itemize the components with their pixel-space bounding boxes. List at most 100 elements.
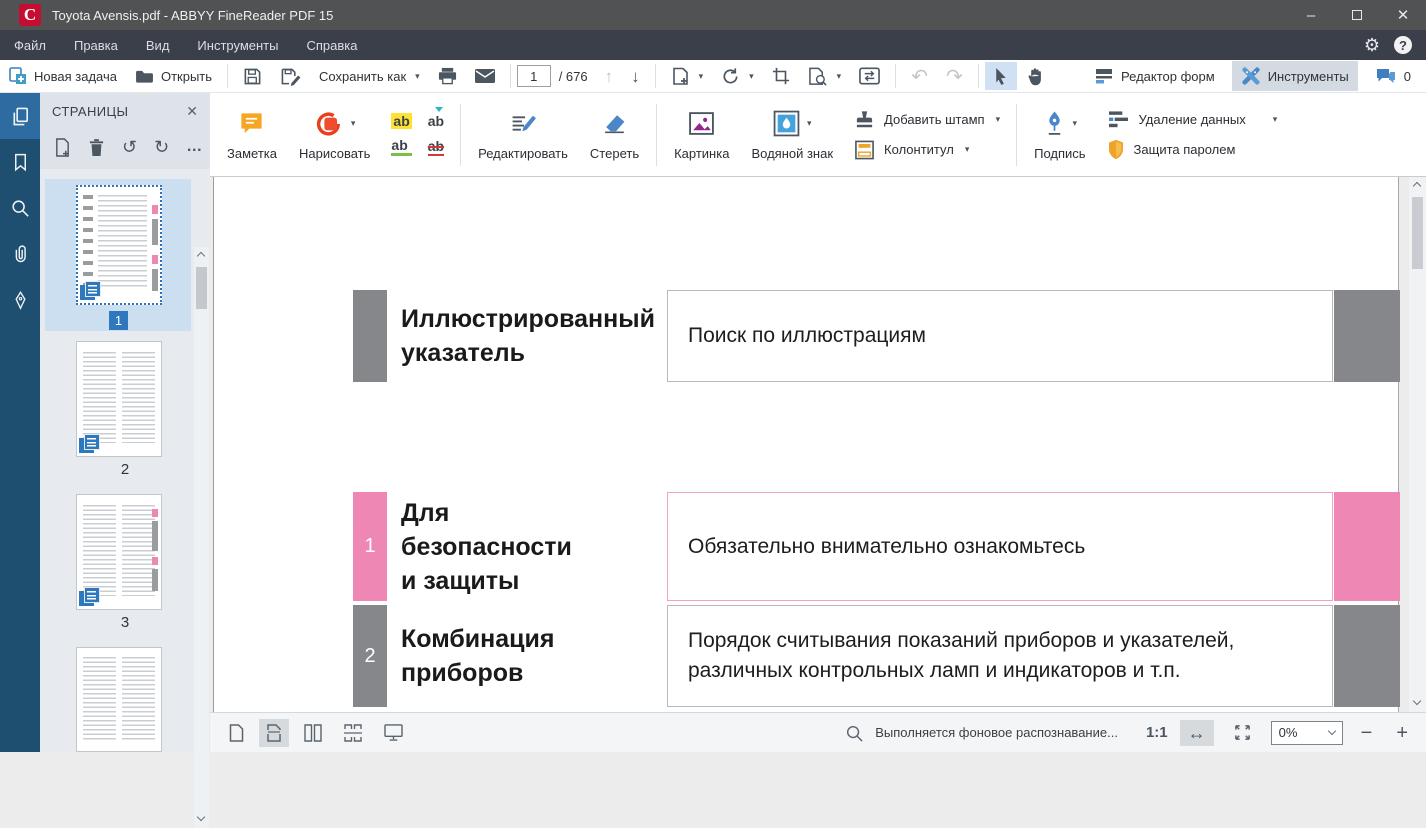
maximize-button[interactable] [1334,0,1380,30]
scroll-down-icon[interactable] [1413,697,1421,705]
close-button[interactable]: ✕ [1380,0,1426,30]
hand-tool-button[interactable] [1017,62,1053,90]
redaction-icon [1107,110,1130,129]
strikethrough-text-tool[interactable]: ab [428,138,444,156]
open-button[interactable]: Открыть [126,62,221,90]
pages-panel-tab[interactable] [0,93,40,139]
panel-delete-page-button[interactable] [88,138,105,157]
view-continuous-button[interactable] [259,719,289,747]
new-task-button[interactable]: Новая задача [0,62,126,90]
crop-button[interactable] [763,62,799,90]
insert-text-tool[interactable]: ab [428,113,444,129]
save-as-button[interactable]: Сохранить как ▾ [310,62,429,90]
next-page-button[interactable]: ↓ [622,62,649,90]
menu-edit[interactable]: Правка [60,30,132,60]
note-tool[interactable]: Заметка [216,109,288,161]
attachments-panel-tab[interactable] [0,231,40,277]
rotate-page-button[interactable]: ▾ [712,62,763,90]
pen-nib-icon [11,290,30,311]
header-footer-button[interactable]: Колонтитул ▾ [854,140,1000,160]
rotate-icon [721,67,740,86]
underline-text-tool[interactable]: ab [391,137,411,156]
help-icon[interactable]: ? [1394,36,1412,54]
menu-help[interactable]: Справка [292,30,371,60]
thumbnail-page-3[interactable] [76,494,162,610]
title-bar: C Toyota Avensis.pdf - ABBYY FineReader … [0,0,1426,30]
print-button[interactable] [429,62,466,90]
thumb-content [83,657,117,739]
panel-scrollbar-thumb[interactable] [196,267,207,309]
panel-rotate-left-button[interactable]: ↺ [122,138,137,156]
bookmarks-panel-tab[interactable] [0,139,40,185]
fit-page-icon [1234,724,1251,741]
document-scrollbar[interactable] [1409,177,1426,712]
zoom-level-select[interactable]: 0% [1271,721,1343,745]
save-button[interactable] [234,62,271,90]
draw-tool[interactable]: ▾ Нарисовать [288,109,381,161]
thumbnail-page-2[interactable] [76,341,162,457]
settings-gear-icon[interactable]: ⚙ [1364,36,1380,54]
signature-panel-tab[interactable] [0,277,40,323]
chevron-down-icon [1327,727,1335,735]
actual-size-button[interactable]: 1:1 [1146,724,1168,741]
page-number-input[interactable] [517,65,551,87]
fit-page-button[interactable] [1226,720,1259,745]
add-page-button[interactable]: ▾ [662,62,713,90]
select-tool-button[interactable] [985,62,1017,90]
email-button[interactable] [466,62,504,90]
recognition-search-icon [845,724,863,742]
zoom-in-button[interactable]: + [1390,723,1414,743]
thumbnail-page-1[interactable] [76,185,162,305]
panel-add-page-button[interactable] [54,138,71,157]
section-description-box: Поиск по иллюстрациям [667,290,1333,382]
erase-tool[interactable]: Стереть [579,109,650,161]
panel-scrollbar[interactable] [194,247,209,828]
find-page-button[interactable]: ▾ [799,62,851,90]
chevron-down-icon: ▾ [699,71,704,82]
menu-view[interactable]: Вид [132,30,184,60]
panel-rotate-right-button[interactable]: ↻ [154,138,169,156]
redo-button[interactable]: ↷ [937,62,972,90]
thumbnail-1-number: 1 [109,311,128,330]
highlight-text-tool[interactable]: ab [391,113,411,129]
view-two-page-button[interactable] [297,719,329,747]
view-two-page-continuous-button[interactable] [337,719,369,747]
signature-tool[interactable]: ▾ Подпись [1023,109,1096,161]
picture-tool[interactable]: Картинка [663,109,740,161]
watermark-icon [773,110,800,137]
scroll-up-icon[interactable] [1413,182,1421,190]
fit-width-button[interactable]: ↔ [1180,720,1214,746]
comments-button[interactable]: 0 [1366,62,1420,90]
redaction-button[interactable]: Удаление данных ▾ [1107,110,1278,129]
document-scrollbar-thumb[interactable] [1412,197,1423,269]
thumb-content [152,269,158,291]
panel-more-button[interactable]: … [186,138,203,156]
minimize-button[interactable]: – [1288,0,1334,30]
pdf-page[interactable]: Иллюстрированный указатель Поиск по иллю… [213,177,1399,712]
view-fullscreen-button[interactable] [377,719,410,746]
folder-icon [135,69,154,84]
password-protect-button[interactable]: Защита паролем [1107,139,1278,160]
scroll-down-icon[interactable] [197,813,205,821]
view-single-page-button[interactable] [222,719,251,747]
replace-page-button[interactable] [850,62,889,90]
menu-file[interactable]: Файл [0,30,60,60]
thumbnail-page-4[interactable] [76,647,162,752]
add-stamp-button[interactable]: Добавить штамп ▾ [854,110,1000,130]
previous-page-button[interactable]: ↑ [596,62,623,90]
form-editor-button[interactable]: Редактор форм [1085,62,1224,90]
single-page-icon [229,724,244,742]
section-description-box: Порядок считывания показаний приборов и … [667,605,1333,707]
watermark-tool[interactable]: ▾ Водяной знак [740,109,844,161]
tools-button[interactable]: Инструменты [1232,61,1358,91]
save-as-button-icon-part[interactable] [271,62,310,90]
search-panel-tab[interactable] [0,185,40,231]
menu-tools[interactable]: Инструменты [183,30,292,60]
undo-button[interactable]: ↶ [902,62,937,90]
edit-tool[interactable]: Редактировать [467,109,579,161]
close-panel-icon[interactable]: ✕ [186,103,198,120]
trash-icon [88,138,105,157]
scroll-up-icon[interactable] [197,252,205,260]
form-editor-label: Редактор форм [1121,69,1215,84]
zoom-out-button[interactable]: − [1355,723,1379,743]
